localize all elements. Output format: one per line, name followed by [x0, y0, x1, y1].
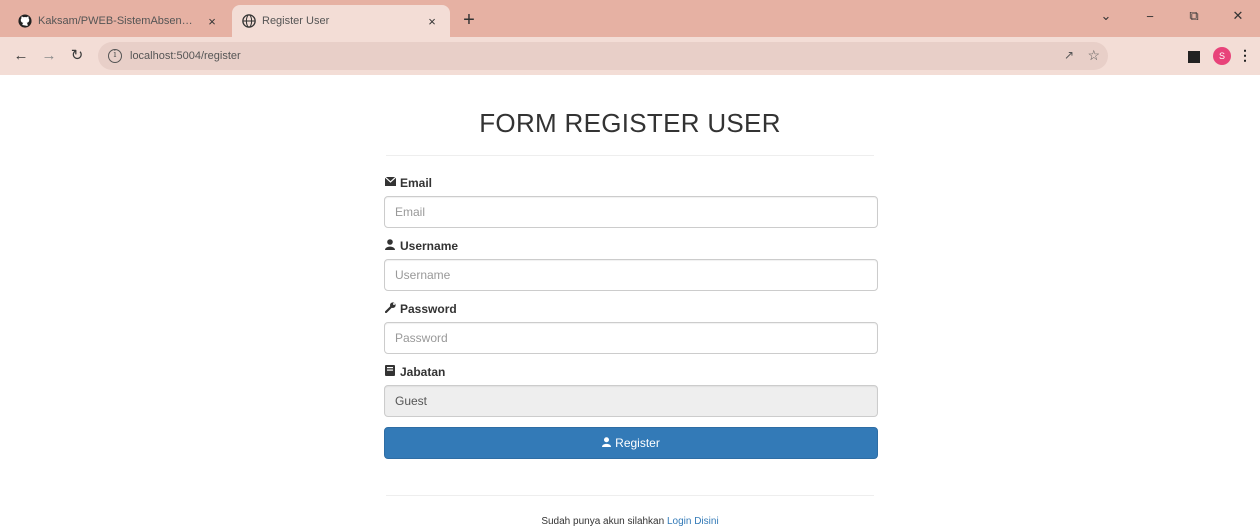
info-icon[interactable]: i	[108, 49, 122, 63]
form-divider	[386, 495, 874, 496]
window-controls: ⌄ − ⧉ ✕	[1084, 0, 1260, 32]
back-arrow-icon[interactable]: ←	[10, 45, 32, 67]
page-content: FORM REGISTER USER Email Username	[0, 75, 1260, 531]
profile-avatar[interactable]: S	[1213, 47, 1231, 65]
envelope-icon	[384, 176, 396, 189]
globe-icon	[242, 14, 256, 28]
tab-search-icon[interactable]: ⌄	[1084, 8, 1128, 24]
email-field[interactable]	[384, 196, 878, 228]
close-window-icon[interactable]: ✕	[1216, 8, 1260, 24]
title-divider	[386, 155, 874, 156]
user-icon	[384, 239, 396, 253]
password-field[interactable]	[384, 322, 878, 354]
login-link[interactable]: Login Disini	[667, 516, 719, 527]
wrench-icon	[384, 302, 396, 316]
address-bar[interactable]: i localhost:5004/register ↗ ☆	[98, 42, 1108, 70]
register-button-label: Register	[615, 436, 660, 450]
login-prompt: Sudah punya akun silahkan Login Disini	[0, 516, 1260, 527]
forward-arrow-icon[interactable]: →	[38, 45, 60, 67]
share-icon[interactable]: ↗	[1064, 48, 1074, 62]
side-panel-icon[interactable]	[1188, 51, 1200, 63]
username-field[interactable]	[384, 259, 878, 291]
tab-title: Kaksam/PWEB-SistemAbsensi/...	[38, 15, 198, 27]
email-label: Email	[384, 175, 878, 191]
username-label: Username	[384, 238, 878, 254]
tab-github[interactable]: Kaksam/PWEB-SistemAbsensi/... ×	[8, 5, 230, 37]
book-icon	[384, 365, 396, 379]
page-title: FORM REGISTER USER	[479, 108, 781, 138]
username-label-text: Username	[400, 239, 459, 253]
email-label-text: Email	[400, 176, 433, 190]
browser-toolbar: ← → ↻ i localhost:5004/register ↗ ☆ S ⋮	[0, 37, 1260, 75]
menu-kebab-icon[interactable]: ⋮	[1236, 47, 1254, 65]
reload-icon[interactable]: ↻	[66, 45, 88, 67]
new-tab-button[interactable]: +	[458, 9, 480, 31]
close-tab-icon[interactable]: ×	[424, 14, 440, 29]
username-group: Username	[384, 238, 878, 291]
url-text: localhost:5004/register	[130, 50, 241, 62]
tab-title: Register User	[262, 15, 330, 27]
jabatan-label: Jabatan	[384, 364, 878, 380]
email-group: Email	[384, 175, 878, 228]
register-button[interactable]: Register	[384, 427, 878, 459]
password-label-text: Password	[400, 302, 457, 316]
tab-register-user[interactable]: Register User ×	[232, 5, 450, 37]
login-prompt-text: Sudah punya akun silahkan	[541, 516, 665, 527]
minimize-icon[interactable]: −	[1128, 9, 1172, 24]
bookmark-star-icon[interactable]: ☆	[1087, 47, 1100, 64]
jabatan-group: Jabatan	[384, 364, 878, 417]
jabatan-label-text: Jabatan	[400, 365, 446, 379]
register-form: Email Username Password	[384, 175, 878, 459]
jabatan-field[interactable]	[384, 385, 878, 417]
github-icon	[18, 14, 32, 28]
user-icon	[602, 436, 612, 450]
close-tab-icon[interactable]: ×	[204, 14, 220, 29]
browser-tabstrip: Kaksam/PWEB-SistemAbsensi/... × Register…	[0, 0, 1260, 37]
restore-icon[interactable]: ⧉	[1172, 8, 1216, 24]
password-label: Password	[384, 301, 878, 317]
password-group: Password	[384, 301, 878, 354]
